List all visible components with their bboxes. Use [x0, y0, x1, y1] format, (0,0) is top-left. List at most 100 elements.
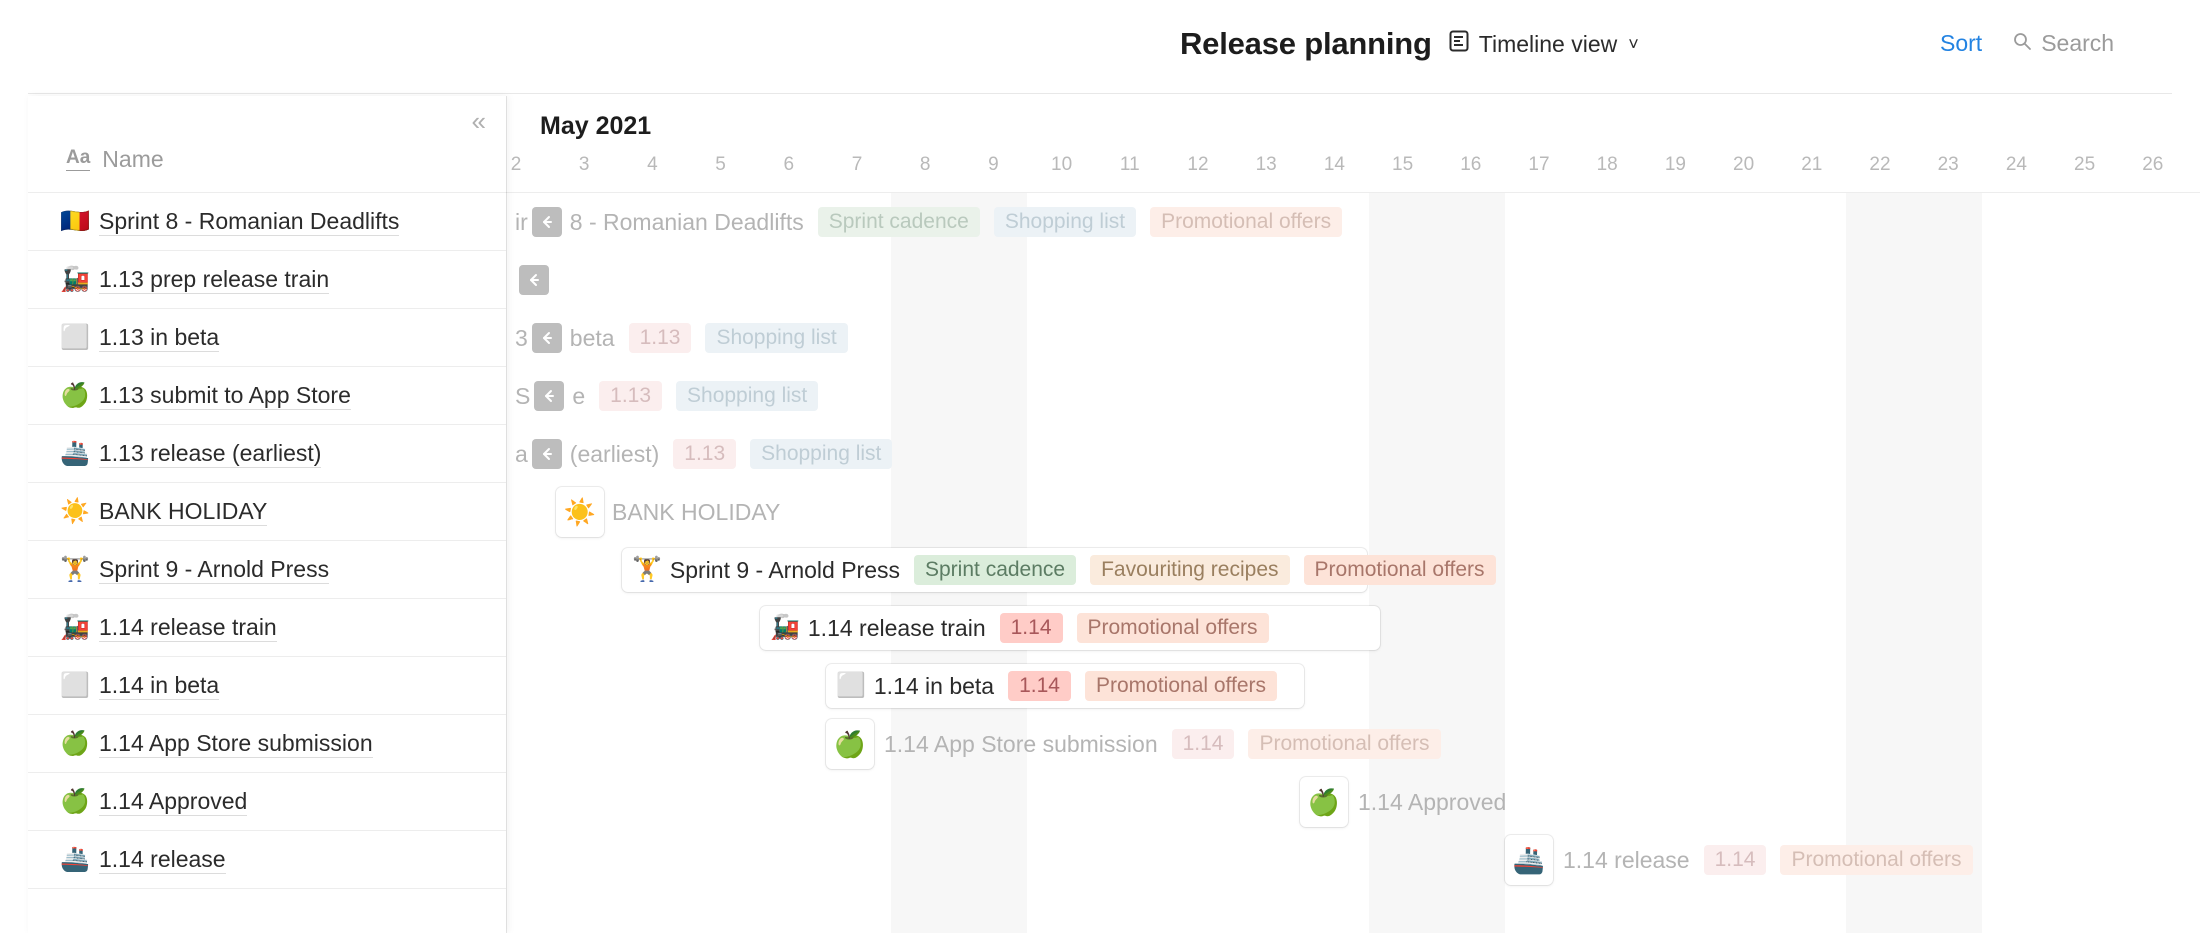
day-tick: 20	[1733, 154, 1755, 175]
day-tick: 14	[1323, 154, 1345, 175]
relation-tag[interactable]: Sprint cadence	[914, 555, 1077, 585]
sidebar-item-emoji: ☀️	[60, 497, 90, 525]
timeline-bar[interactable]: ir 8 - Romanian Deadlifts Sprint cadence Sh…	[505, 200, 1343, 244]
relation-tag[interactable]: Favouriting recipes	[1090, 555, 1290, 585]
day-tick: 9	[988, 154, 999, 175]
collapse-sidebar-button[interactable]: «	[472, 108, 486, 134]
timeline-bar-overflow-label: 1.14 release 1.14 Promotional offers	[1559, 838, 1987, 882]
relation-tag[interactable]: 1.13	[599, 381, 663, 411]
sidebar-item-emoji: 🍏	[60, 729, 90, 757]
sidebar-item-emoji: 🍏	[60, 381, 90, 409]
text-property-icon: Aa	[66, 147, 91, 171]
sidebar-item-emoji: 🚂	[60, 265, 90, 293]
day-tick: 8	[919, 154, 931, 175]
sidebar-item-4[interactable]: 🍏 1.13 submit to App Store	[28, 367, 506, 425]
timeline-bar-clipped-prefix: ir	[515, 208, 528, 235]
timeline-bar-overflow-label: BANK HOLIDAY	[608, 490, 794, 534]
timeline-bar[interactable]: 🏋️ Sprint 9 - Arnold Press Sprint cadence F…	[622, 548, 1496, 592]
relation-tag[interactable]: 1.14	[1703, 845, 1767, 875]
view-switcher[interactable]: Timeline view ˅	[1448, 29, 1639, 59]
day-tick: 18	[1596, 154, 1618, 175]
sidebar-item-emoji: 🚂	[60, 613, 90, 641]
timeline-bar-title: 1.14 App Store submission	[884, 730, 1158, 757]
sidebar-item-label: 1.14 release train	[99, 613, 277, 643]
timeline-bar[interactable]: a (earliest) 1.13 Shopping list	[505, 432, 1105, 476]
name-column-header[interactable]: Aa Name	[66, 146, 164, 173]
header-divider	[28, 93, 2172, 94]
timeline-day-card[interactable]: ☀️	[556, 487, 604, 537]
relation-tag[interactable]: 1.14	[1008, 671, 1071, 701]
sidebar-item-emoji: ⬜	[60, 323, 90, 351]
relation-tag[interactable]: 1.14	[999, 613, 1063, 643]
overflow-left-arrow-icon[interactable]	[531, 323, 562, 353]
sidebar-item-11[interactable]: 🍏 1.14 Approved	[28, 773, 506, 831]
relation-tag[interactable]: Promotional offers	[1248, 729, 1441, 759]
day-tick: 21	[1801, 154, 1823, 175]
topbar: Release planning Timeline view ˅ Sort Se…	[0, 0, 2200, 96]
relation-tag[interactable]: Shopping list	[750, 439, 893, 469]
relation-tag[interactable]: Sprint cadence	[817, 207, 980, 237]
overflow-left-arrow-icon[interactable]	[531, 439, 562, 469]
day-tick: 25	[2074, 154, 2096, 175]
sidebar-panel: « Aa Name 🇷🇴 Sprint 8 - Romanian Deadlift…	[28, 96, 506, 933]
relation-tag[interactable]: Promotional offers	[1150, 207, 1343, 237]
day-tick: 12	[1187, 154, 1209, 175]
relation-tag[interactable]: 1.13	[673, 439, 737, 469]
day-tick: 16	[1460, 154, 1482, 175]
timeline-bar-overflow-label: 1.14 Approved	[1354, 780, 1520, 824]
timeline-bar-title: 8 - Romanian Deadlifts	[569, 208, 804, 235]
sidebar-item-10[interactable]: 🍏 1.14 App Store submission	[28, 715, 506, 773]
relation-tag[interactable]: Promotional offers	[1303, 555, 1496, 585]
timeline-bar-overflow-label: 1.14 App Store submission 1.14 Promotional…	[880, 722, 1455, 766]
day-tick: 11	[1119, 154, 1140, 175]
sidebar-item-5[interactable]: 🚢 1.13 release (earliest)	[28, 425, 506, 483]
relation-tag[interactable]: Promotional offers	[1084, 671, 1278, 701]
day-tick: 17	[1528, 154, 1550, 175]
timeline-bar[interactable]: Se 1.13 Shopping list	[505, 374, 1065, 418]
sidebar-item-emoji: 🚢	[60, 845, 90, 873]
sidebar-item-label: 1.14 Approved	[99, 787, 248, 817]
relation-tag[interactable]: 1.14	[1171, 729, 1235, 759]
sidebar-item-emoji: 🏋️	[60, 555, 90, 583]
timeline-bar[interactable]: ⬜ 1.14 in beta 1.14 Promotional offers	[826, 664, 1304, 708]
relation-tag[interactable]: Shopping list	[705, 323, 848, 353]
timeline-bar-emoji: 🏋️	[632, 556, 662, 583]
timeline-bar-clipped-prefix: a	[515, 440, 528, 467]
timeline-bar-title: 1.14 Approved	[1358, 788, 1507, 815]
sidebar-item-6[interactable]: ☀️ BANK HOLIDAY	[28, 483, 506, 541]
sidebar-item-1[interactable]: 🇷🇴 Sprint 8 - Romanian Deadlifts	[28, 193, 506, 251]
sidebar-item-12[interactable]: 🚢 1.14 release	[28, 831, 506, 889]
sidebar-item-label: 1.13 release (earliest)	[99, 439, 322, 469]
day-tick: 19	[1664, 154, 1686, 175]
timeline-bar-title: Sprint 9 - Arnold Press	[669, 556, 900, 583]
timeline-bar-title: 1.14 in beta	[873, 672, 995, 699]
timeline-bar-title: 1.14 release	[1563, 846, 1690, 873]
relation-tag[interactable]: Promotional offers	[1076, 613, 1269, 643]
name-column-label: Name	[102, 146, 164, 172]
timeline-day-card[interactable]: 🍏	[1300, 777, 1348, 827]
sidebar-item-9[interactable]: ⬜ 1.14 in beta	[28, 657, 506, 715]
day-tick: 7	[851, 154, 863, 175]
day-tick: 5	[715, 154, 726, 175]
timeline-day-card[interactable]: 🍏	[826, 719, 874, 769]
relation-tag[interactable]: 1.13	[628, 323, 692, 353]
search-button[interactable]: Search	[2012, 30, 2114, 57]
sidebar-item-7[interactable]: 🏋️ Sprint 9 - Arnold Press	[28, 541, 506, 599]
timeline-bar-title: BANK HOLIDAY	[612, 498, 781, 525]
relation-tag[interactable]: Shopping list	[676, 381, 819, 411]
overflow-left-arrow-icon[interactable]	[519, 265, 549, 295]
timeline-bar[interactable]: 3 beta 1.13 Shopping list	[505, 316, 1145, 360]
sidebar-item-8[interactable]: 🚂 1.14 release train	[28, 599, 506, 657]
sort-button[interactable]: Sort	[1940, 30, 1982, 57]
relation-tag[interactable]: Shopping list	[993, 207, 1137, 237]
overflow-left-arrow-icon[interactable]	[534, 381, 565, 411]
sidebar-item-2[interactable]: 🚂 1.13 prep release train	[28, 251, 506, 309]
relation-tag[interactable]: Promotional offers	[1780, 845, 1973, 875]
overflow-left-arrow-icon[interactable]	[531, 207, 562, 237]
timeline-bar[interactable]	[505, 258, 585, 302]
timeline-bar[interactable]: 🚂 1.14 release train 1.14 Promotional offer…	[760, 606, 1380, 650]
timeline-view-icon	[1448, 29, 1470, 59]
sidebar-item-label: 1.14 App Store submission	[99, 729, 373, 759]
timeline-day-card[interactable]: 🚢	[1505, 835, 1553, 885]
sidebar-item-3[interactable]: ⬜ 1.13 in beta	[28, 309, 506, 367]
